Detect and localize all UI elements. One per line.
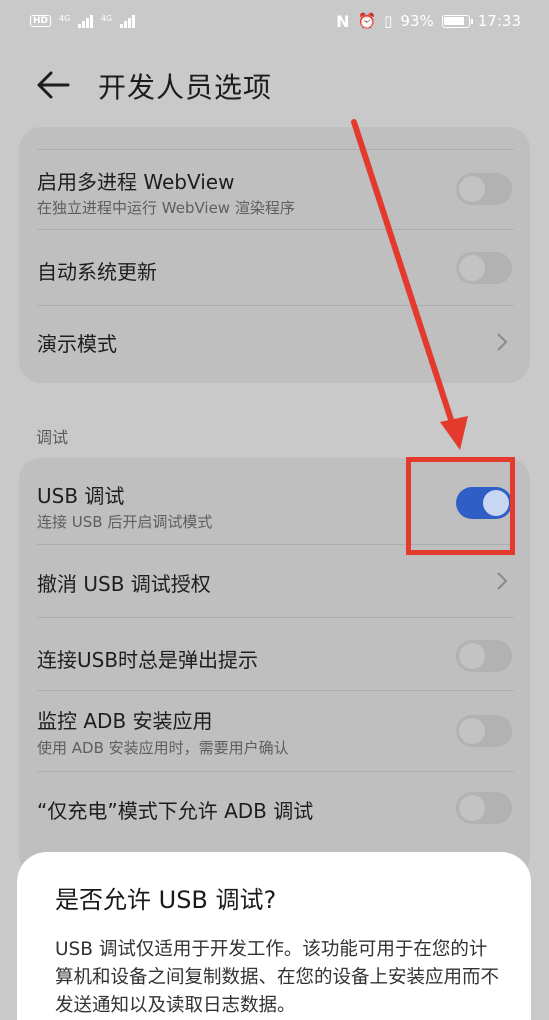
battery-percent: 93%: [400, 12, 434, 30]
monitor-adb-toggle[interactable]: [456, 715, 512, 747]
row-title: 演示模式: [37, 332, 117, 356]
chevron-right-icon: [497, 572, 508, 590]
usb-debugging-dialog: 是否允许 USB 调试? USB 调试仅适用于开发工作。该功能可用于在您的计算机…: [17, 852, 531, 1020]
row-title: USB 调试: [37, 484, 125, 508]
chevron-right-icon: [497, 333, 508, 351]
battery-icon: [441, 14, 473, 28]
hd-badge: HD: [30, 15, 52, 27]
annotation-arrow: [351, 119, 468, 450]
header: 开发人员选项: [0, 60, 549, 110]
usb-prompt-toggle[interactable]: [456, 640, 512, 672]
charge-only-adb-toggle[interactable]: [456, 792, 512, 824]
status-left: HD 4G 4G: [30, 13, 135, 28]
back-arrow-icon[interactable]: [36, 70, 70, 100]
dialog-title: 是否允许 USB 调试?: [55, 886, 277, 914]
alarm-icon: ⏰: [357, 12, 377, 30]
signal-icon: [78, 14, 93, 28]
row-revoke-usb[interactable]: 撤消 USB 调试授权: [19, 545, 530, 617]
row-charge-only-adb[interactable]: “仅充电”模式下允许 ADB 调试: [19, 772, 530, 844]
toggle-knob: [459, 718, 485, 744]
row-title: 启用多进程 WebView: [37, 170, 235, 194]
toggle-knob: [459, 643, 485, 669]
row-usb-prompt[interactable]: 连接USB时总是弹出提示: [19, 618, 530, 690]
toggle-knob: [459, 795, 485, 821]
row-monitor-adb[interactable]: 监控 ADB 安装应用 使用 ADB 安装应用时，需要用户确认: [19, 691, 530, 771]
dialog-body: USB 调试仅适用于开发工作。该功能可用于在您的计算机和设备之间复制数据、在您的…: [55, 939, 500, 1016]
nfc-icon: N: [336, 11, 350, 31]
row-title: 连接USB时总是弹出提示: [37, 648, 259, 672]
row-title: 自动系统更新: [37, 260, 157, 284]
annotation-highlight-box: [406, 457, 515, 555]
row-subtitle: 连接 USB 后开启调试模式: [37, 513, 213, 531]
network-type-2: 4G: [100, 13, 113, 23]
row-subtitle: 在独立进程中运行 WebView 渲染程序: [37, 199, 295, 217]
clock: 17:33: [477, 12, 521, 30]
row-title: 监控 ADB 安装应用: [37, 709, 213, 733]
status-right: N ⏰ ▯ 93% 17:33: [336, 12, 521, 31]
network-type-1: 4G: [59, 13, 71, 23]
section-label-debug: 调试: [36, 428, 69, 447]
status-bar: HD 4G 4G N ⏰ ▯ 93% 17:33: [0, 0, 549, 42]
page-title: 开发人员选项: [98, 71, 273, 104]
vibrate-icon: ▯: [384, 12, 393, 30]
row-subtitle: 使用 ADB 安装应用时，需要用户确认: [37, 739, 289, 757]
row-title: 撤消 USB 调试授权: [37, 572, 211, 596]
row-title: “仅充电”模式下允许 ADB 调试: [37, 799, 314, 823]
signal-icon-2: [120, 14, 135, 28]
battery-fill: [444, 17, 465, 25]
